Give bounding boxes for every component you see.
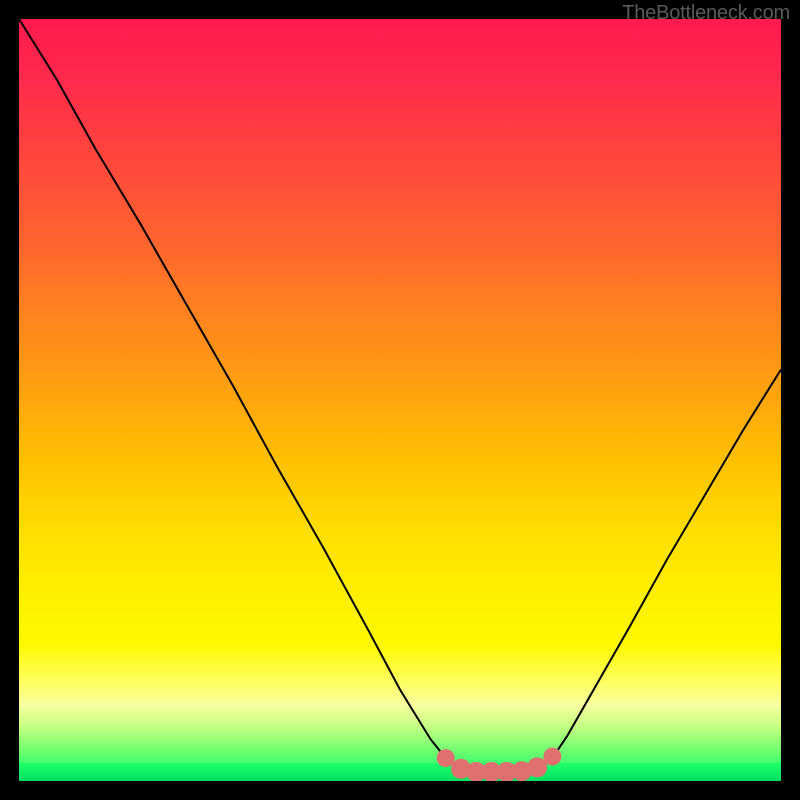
optimal-marker bbox=[437, 749, 455, 767]
watermark-text: TheBottleneck.com bbox=[622, 2, 790, 25]
optimal-markers bbox=[437, 748, 562, 781]
optimal-marker bbox=[543, 748, 561, 766]
chart-frame bbox=[19, 19, 781, 781]
curve-svg bbox=[19, 19, 781, 781]
bottleneck-curve bbox=[19, 19, 781, 773]
